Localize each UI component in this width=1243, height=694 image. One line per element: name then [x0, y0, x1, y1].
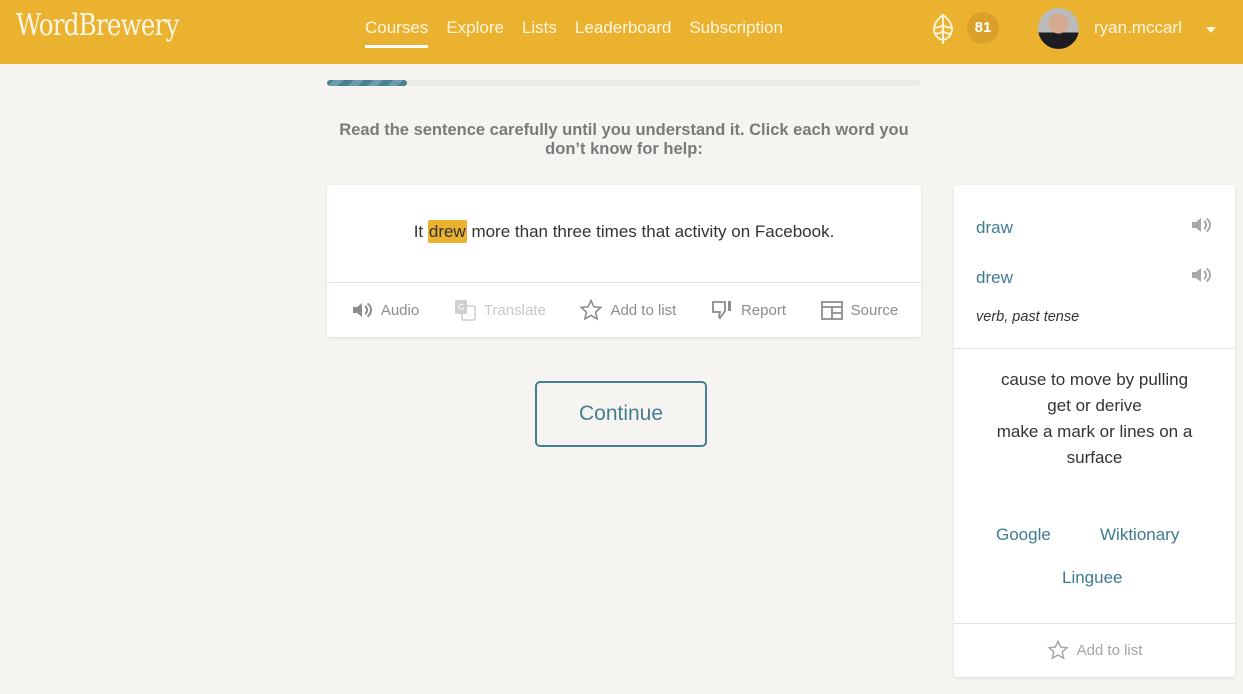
- avatar[interactable]: [1038, 8, 1079, 49]
- divider: [954, 623, 1235, 624]
- continue-button[interactable]: Continue: [535, 381, 707, 447]
- lesson-progress-bar: [327, 80, 921, 86]
- definition: make a mark or lines on a surface: [996, 422, 1193, 467]
- points-badge: 81: [967, 12, 999, 44]
- sentence-after[interactable]: more than three times that activity on F…: [467, 222, 834, 241]
- definition: get or derive: [1047, 396, 1142, 415]
- svg-text:G: G: [458, 303, 464, 312]
- top-nav: WordBrewery Courses Explore Lists Leader…: [0, 0, 1243, 64]
- instructions: Read the sentence carefully until you un…: [339, 121, 909, 158]
- star-icon: [579, 298, 604, 321]
- nav-courses[interactable]: Courses: [365, 18, 429, 48]
- sentence-before[interactable]: It: [414, 222, 428, 241]
- nav-explore[interactable]: Explore: [446, 18, 504, 48]
- form-word[interactable]: drew: [976, 268, 1013, 288]
- form-row: drew: [976, 263, 1213, 292]
- translate-icon: G: [454, 300, 476, 321]
- lemma-row: draw: [976, 213, 1213, 242]
- username[interactable]: ryan.mccarl: [1094, 18, 1182, 38]
- definitions: cause to move by pulling get or derive m…: [984, 367, 1205, 471]
- hop-icon: [933, 13, 953, 44]
- sentence-card: It drew more than three times that activ…: [327, 185, 921, 337]
- nav-lists[interactable]: Lists: [522, 18, 557, 48]
- nav-subscription[interactable]: Subscription: [689, 18, 783, 48]
- definition: cause to move by pulling: [1000, 370, 1189, 389]
- main-menu: Courses Explore Lists Leaderboard Subscr…: [365, 18, 783, 48]
- source-button[interactable]: Source: [820, 298, 898, 322]
- source-icon: [820, 301, 843, 320]
- lemma-word[interactable]: draw: [976, 218, 1013, 238]
- part-of-speech: verb, past tense: [976, 309, 1080, 325]
- word-help-panel: draw drew verb, past tense cause to move…: [954, 185, 1235, 677]
- divider: [954, 348, 1235, 349]
- speaker-icon: [1192, 217, 1212, 233]
- add-to-list-button[interactable]: Add to list: [579, 298, 676, 322]
- logo[interactable]: WordBrewery: [16, 8, 179, 43]
- progress-fill: [327, 80, 408, 86]
- audio-button[interactable]: Audio: [350, 298, 419, 322]
- chevron-down-icon[interactable]: [1206, 27, 1216, 33]
- translate-button[interactable]: G Translate: [453, 298, 546, 322]
- report-button[interactable]: Report: [710, 298, 786, 322]
- thumbs-down-icon: [712, 301, 731, 320]
- speaker-icon: [1192, 267, 1212, 283]
- wiktionary-link[interactable]: Wiktionary: [1100, 525, 1179, 545]
- sentence-actions: Audio G Translate Add to list Report Sou…: [327, 283, 921, 337]
- highlighted-word[interactable]: drew: [427, 220, 467, 243]
- sentence: It drew more than three times that activ…: [327, 220, 921, 243]
- linguee-link[interactable]: Linguee: [1062, 568, 1123, 588]
- star-icon: [1046, 639, 1069, 660]
- nav-leaderboard[interactable]: Leaderboard: [575, 18, 671, 48]
- google-link[interactable]: Google: [996, 525, 1051, 545]
- lemma-audio-button[interactable]: [1189, 213, 1213, 242]
- speaker-icon: [352, 302, 372, 318]
- panel-add-to-list-button[interactable]: Add to list: [954, 639, 1235, 661]
- form-audio-button[interactable]: [1189, 263, 1213, 292]
